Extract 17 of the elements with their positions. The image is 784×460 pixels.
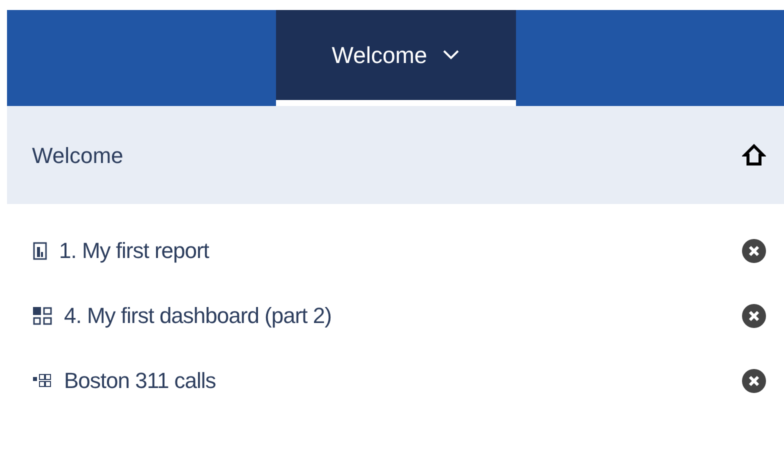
chevron-down-icon	[443, 50, 460, 60]
close-icon[interactable]	[742, 238, 766, 262]
home-icon[interactable]	[742, 143, 766, 167]
close-icon[interactable]	[742, 304, 766, 328]
open-item-row[interactable]: 1. My first report	[7, 218, 784, 283]
item-label: 4. My first dashboard (part 2)	[64, 302, 332, 330]
report-icon	[33, 242, 47, 260]
close-icon[interactable]	[742, 368, 766, 392]
dashboard-icon	[33, 306, 52, 324]
item-label: Boston 311 calls	[64, 367, 216, 395]
item-label: 1. My first report	[59, 237, 209, 265]
home-row[interactable]: Welcome	[7, 106, 784, 204]
open-item-row[interactable]: 4. My first dashboard (part 2)	[7, 283, 784, 348]
welcome-menu-tab[interactable]: Welcome	[276, 10, 516, 106]
grid-icon	[33, 374, 52, 388]
home-label: Welcome	[32, 142, 124, 170]
open-item-row[interactable]: Boston 311 calls	[7, 348, 784, 413]
